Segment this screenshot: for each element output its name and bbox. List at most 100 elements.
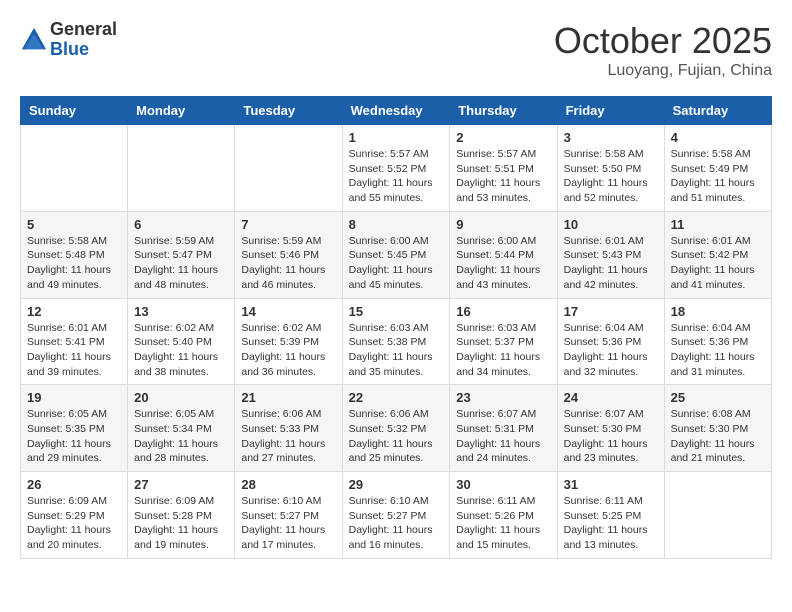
day-number: 24	[564, 390, 658, 405]
day-info: Sunrise: 6:07 AM Sunset: 5:30 PM Dayligh…	[564, 407, 658, 466]
calendar-day-cell: 17 Sunrise: 6:04 AM Sunset: 5:36 PM Dayli…	[557, 298, 664, 385]
day-number: 19	[27, 390, 121, 405]
calendar-day-cell: 26 Sunrise: 6:09 AM Sunset: 5:29 PM Dayli…	[21, 472, 128, 559]
calendar-day-cell: 30 Sunrise: 6:11 AM Sunset: 5:26 PM Dayli…	[450, 472, 557, 559]
calendar-day-cell: 21Sunrise: 6:06 AM Sunset: 5:33 PM Dayli…	[235, 385, 342, 472]
calendar-day-cell: 8 Sunrise: 6:00 AM Sunset: 5:45 PM Daylig…	[342, 211, 450, 298]
logo-text: General Blue	[50, 20, 117, 60]
day-info: Sunrise: 5:59 AM Sunset: 5:46 PM Dayligh…	[241, 234, 335, 293]
calendar-day-cell: 12Sunrise: 6:01 AM Sunset: 5:41 PM Dayli…	[21, 298, 128, 385]
day-number: 10	[564, 217, 658, 232]
day-info: Sunrise: 6:02 AM Sunset: 5:39 PM Dayligh…	[241, 321, 335, 380]
logo-icon	[20, 26, 48, 54]
day-info: Sunrise: 6:11 AM Sunset: 5:26 PM Dayligh…	[456, 494, 550, 553]
calendar-week-row: 12Sunrise: 6:01 AM Sunset: 5:41 PM Dayli…	[21, 298, 772, 385]
day-info: Sunrise: 6:08 AM Sunset: 5:30 PM Dayligh…	[671, 407, 765, 466]
day-info: Sunrise: 6:03 AM Sunset: 5:37 PM Dayligh…	[456, 321, 550, 380]
day-info: Sunrise: 6:10 AM Sunset: 5:27 PM Dayligh…	[349, 494, 444, 553]
day-number: 14	[241, 304, 335, 319]
day-number: 18	[671, 304, 765, 319]
day-info: Sunrise: 6:02 AM Sunset: 5:40 PM Dayligh…	[134, 321, 228, 380]
day-info: Sunrise: 5:59 AM Sunset: 5:47 PM Dayligh…	[134, 234, 228, 293]
calendar-day-cell: 22Sunrise: 6:06 AM Sunset: 5:32 PM Dayli…	[342, 385, 450, 472]
day-number: 3	[564, 130, 658, 145]
day-number: 28	[241, 477, 335, 492]
day-info: Sunrise: 6:01 AM Sunset: 5:42 PM Dayligh…	[671, 234, 765, 293]
day-number: 31	[564, 477, 658, 492]
weekday-header: Tuesday	[235, 97, 342, 125]
calendar-week-row: 26 Sunrise: 6:09 AM Sunset: 5:29 PM Dayli…	[21, 472, 772, 559]
calendar-day-cell	[664, 472, 771, 559]
day-number: 4	[671, 130, 765, 145]
calendar-day-cell: 3 Sunrise: 5:58 AM Sunset: 5:50 PM Daylig…	[557, 125, 664, 212]
calendar-day-cell: 7 Sunrise: 5:59 AM Sunset: 5:46 PM Daylig…	[235, 211, 342, 298]
day-info: Sunrise: 6:01 AM Sunset: 5:43 PM Dayligh…	[564, 234, 658, 293]
day-number: 5	[27, 217, 121, 232]
calendar-body: 1Sunrise: 5:57 AM Sunset: 5:52 PM Daylig…	[21, 125, 772, 559]
day-number: 17	[564, 304, 658, 319]
calendar-day-cell: 19 Sunrise: 6:05 AM Sunset: 5:35 PM Dayli…	[21, 385, 128, 472]
calendar-week-row: 1Sunrise: 5:57 AM Sunset: 5:52 PM Daylig…	[21, 125, 772, 212]
day-info: Sunrise: 6:09 AM Sunset: 5:29 PM Dayligh…	[27, 494, 121, 553]
day-info: Sunrise: 6:00 AM Sunset: 5:45 PM Dayligh…	[349, 234, 444, 293]
weekday-header: Wednesday	[342, 97, 450, 125]
day-info: Sunrise: 5:58 AM Sunset: 5:50 PM Dayligh…	[564, 147, 658, 206]
weekday-header: Monday	[128, 97, 235, 125]
day-info: Sunrise: 6:11 AM Sunset: 5:25 PM Dayligh…	[564, 494, 658, 553]
calendar-day-cell: 9Sunrise: 6:00 AM Sunset: 5:44 PM Daylig…	[450, 211, 557, 298]
day-info: Sunrise: 6:00 AM Sunset: 5:44 PM Dayligh…	[456, 234, 550, 293]
day-info: Sunrise: 6:05 AM Sunset: 5:34 PM Dayligh…	[134, 407, 228, 466]
day-number: 20	[134, 390, 228, 405]
calendar-day-cell: 11 Sunrise: 6:01 AM Sunset: 5:42 PM Dayli…	[664, 211, 771, 298]
calendar-day-cell: 28 Sunrise: 6:10 AM Sunset: 5:27 PM Dayli…	[235, 472, 342, 559]
day-number: 22	[349, 390, 444, 405]
calendar-day-cell	[21, 125, 128, 212]
day-info: Sunrise: 6:04 AM Sunset: 5:36 PM Dayligh…	[564, 321, 658, 380]
day-info: Sunrise: 6:04 AM Sunset: 5:36 PM Dayligh…	[671, 321, 765, 380]
calendar-day-cell	[235, 125, 342, 212]
calendar-day-cell: 15Sunrise: 6:03 AM Sunset: 5:38 PM Dayli…	[342, 298, 450, 385]
day-number: 8	[349, 217, 444, 232]
day-info: Sunrise: 5:57 AM Sunset: 5:52 PM Dayligh…	[349, 147, 444, 206]
day-info: Sunrise: 5:57 AM Sunset: 5:51 PM Dayligh…	[456, 147, 550, 206]
calendar-day-cell: 24 Sunrise: 6:07 AM Sunset: 5:30 PM Dayli…	[557, 385, 664, 472]
day-number: 15	[349, 304, 444, 319]
page-header: General Blue October 2025 Luoyang, Fujia…	[20, 20, 772, 80]
weekday-header: Sunday	[21, 97, 128, 125]
day-info: Sunrise: 6:05 AM Sunset: 5:35 PM Dayligh…	[27, 407, 121, 466]
day-number: 29	[349, 477, 444, 492]
day-number: 30	[456, 477, 550, 492]
calendar-day-cell: 13Sunrise: 6:02 AM Sunset: 5:40 PM Dayli…	[128, 298, 235, 385]
calendar-day-cell: 25Sunrise: 6:08 AM Sunset: 5:30 PM Dayli…	[664, 385, 771, 472]
calendar-day-cell: 16Sunrise: 6:03 AM Sunset: 5:37 PM Dayli…	[450, 298, 557, 385]
calendar-day-cell: 10 Sunrise: 6:01 AM Sunset: 5:43 PM Dayli…	[557, 211, 664, 298]
calendar-header: SundayMondayTuesdayWednesdayThursdayFrid…	[21, 97, 772, 125]
day-info: Sunrise: 5:58 AM Sunset: 5:48 PM Dayligh…	[27, 234, 121, 293]
month-title: October 2025	[554, 20, 772, 62]
calendar: SundayMondayTuesdayWednesdayThursdayFrid…	[20, 96, 772, 559]
logo-blue: Blue	[50, 39, 89, 59]
day-info: Sunrise: 5:58 AM Sunset: 5:49 PM Dayligh…	[671, 147, 765, 206]
calendar-day-cell	[128, 125, 235, 212]
calendar-day-cell: 4 Sunrise: 5:58 AM Sunset: 5:49 PM Daylig…	[664, 125, 771, 212]
day-info: Sunrise: 6:09 AM Sunset: 5:28 PM Dayligh…	[134, 494, 228, 553]
calendar-day-cell: 31 Sunrise: 6:11 AM Sunset: 5:25 PM Dayli…	[557, 472, 664, 559]
day-info: Sunrise: 6:10 AM Sunset: 5:27 PM Dayligh…	[241, 494, 335, 553]
logo-general: General	[50, 19, 117, 39]
calendar-week-row: 19 Sunrise: 6:05 AM Sunset: 5:35 PM Dayli…	[21, 385, 772, 472]
weekday-header: Thursday	[450, 97, 557, 125]
weekday-header: Saturday	[664, 97, 771, 125]
calendar-day-cell: 14 Sunrise: 6:02 AM Sunset: 5:39 PM Dayli…	[235, 298, 342, 385]
day-number: 7	[241, 217, 335, 232]
calendar-day-cell: 29 Sunrise: 6:10 AM Sunset: 5:27 PM Dayli…	[342, 472, 450, 559]
day-number: 26	[27, 477, 121, 492]
location: Luoyang, Fujian, China	[554, 62, 772, 80]
weekday-header: Friday	[557, 97, 664, 125]
day-number: 6	[134, 217, 228, 232]
day-number: 23	[456, 390, 550, 405]
calendar-day-cell: 20 Sunrise: 6:05 AM Sunset: 5:34 PM Dayli…	[128, 385, 235, 472]
day-number: 21	[241, 390, 335, 405]
day-number: 11	[671, 217, 765, 232]
logo: General Blue	[20, 20, 117, 60]
calendar-day-cell: 5 Sunrise: 5:58 AM Sunset: 5:48 PM Daylig…	[21, 211, 128, 298]
